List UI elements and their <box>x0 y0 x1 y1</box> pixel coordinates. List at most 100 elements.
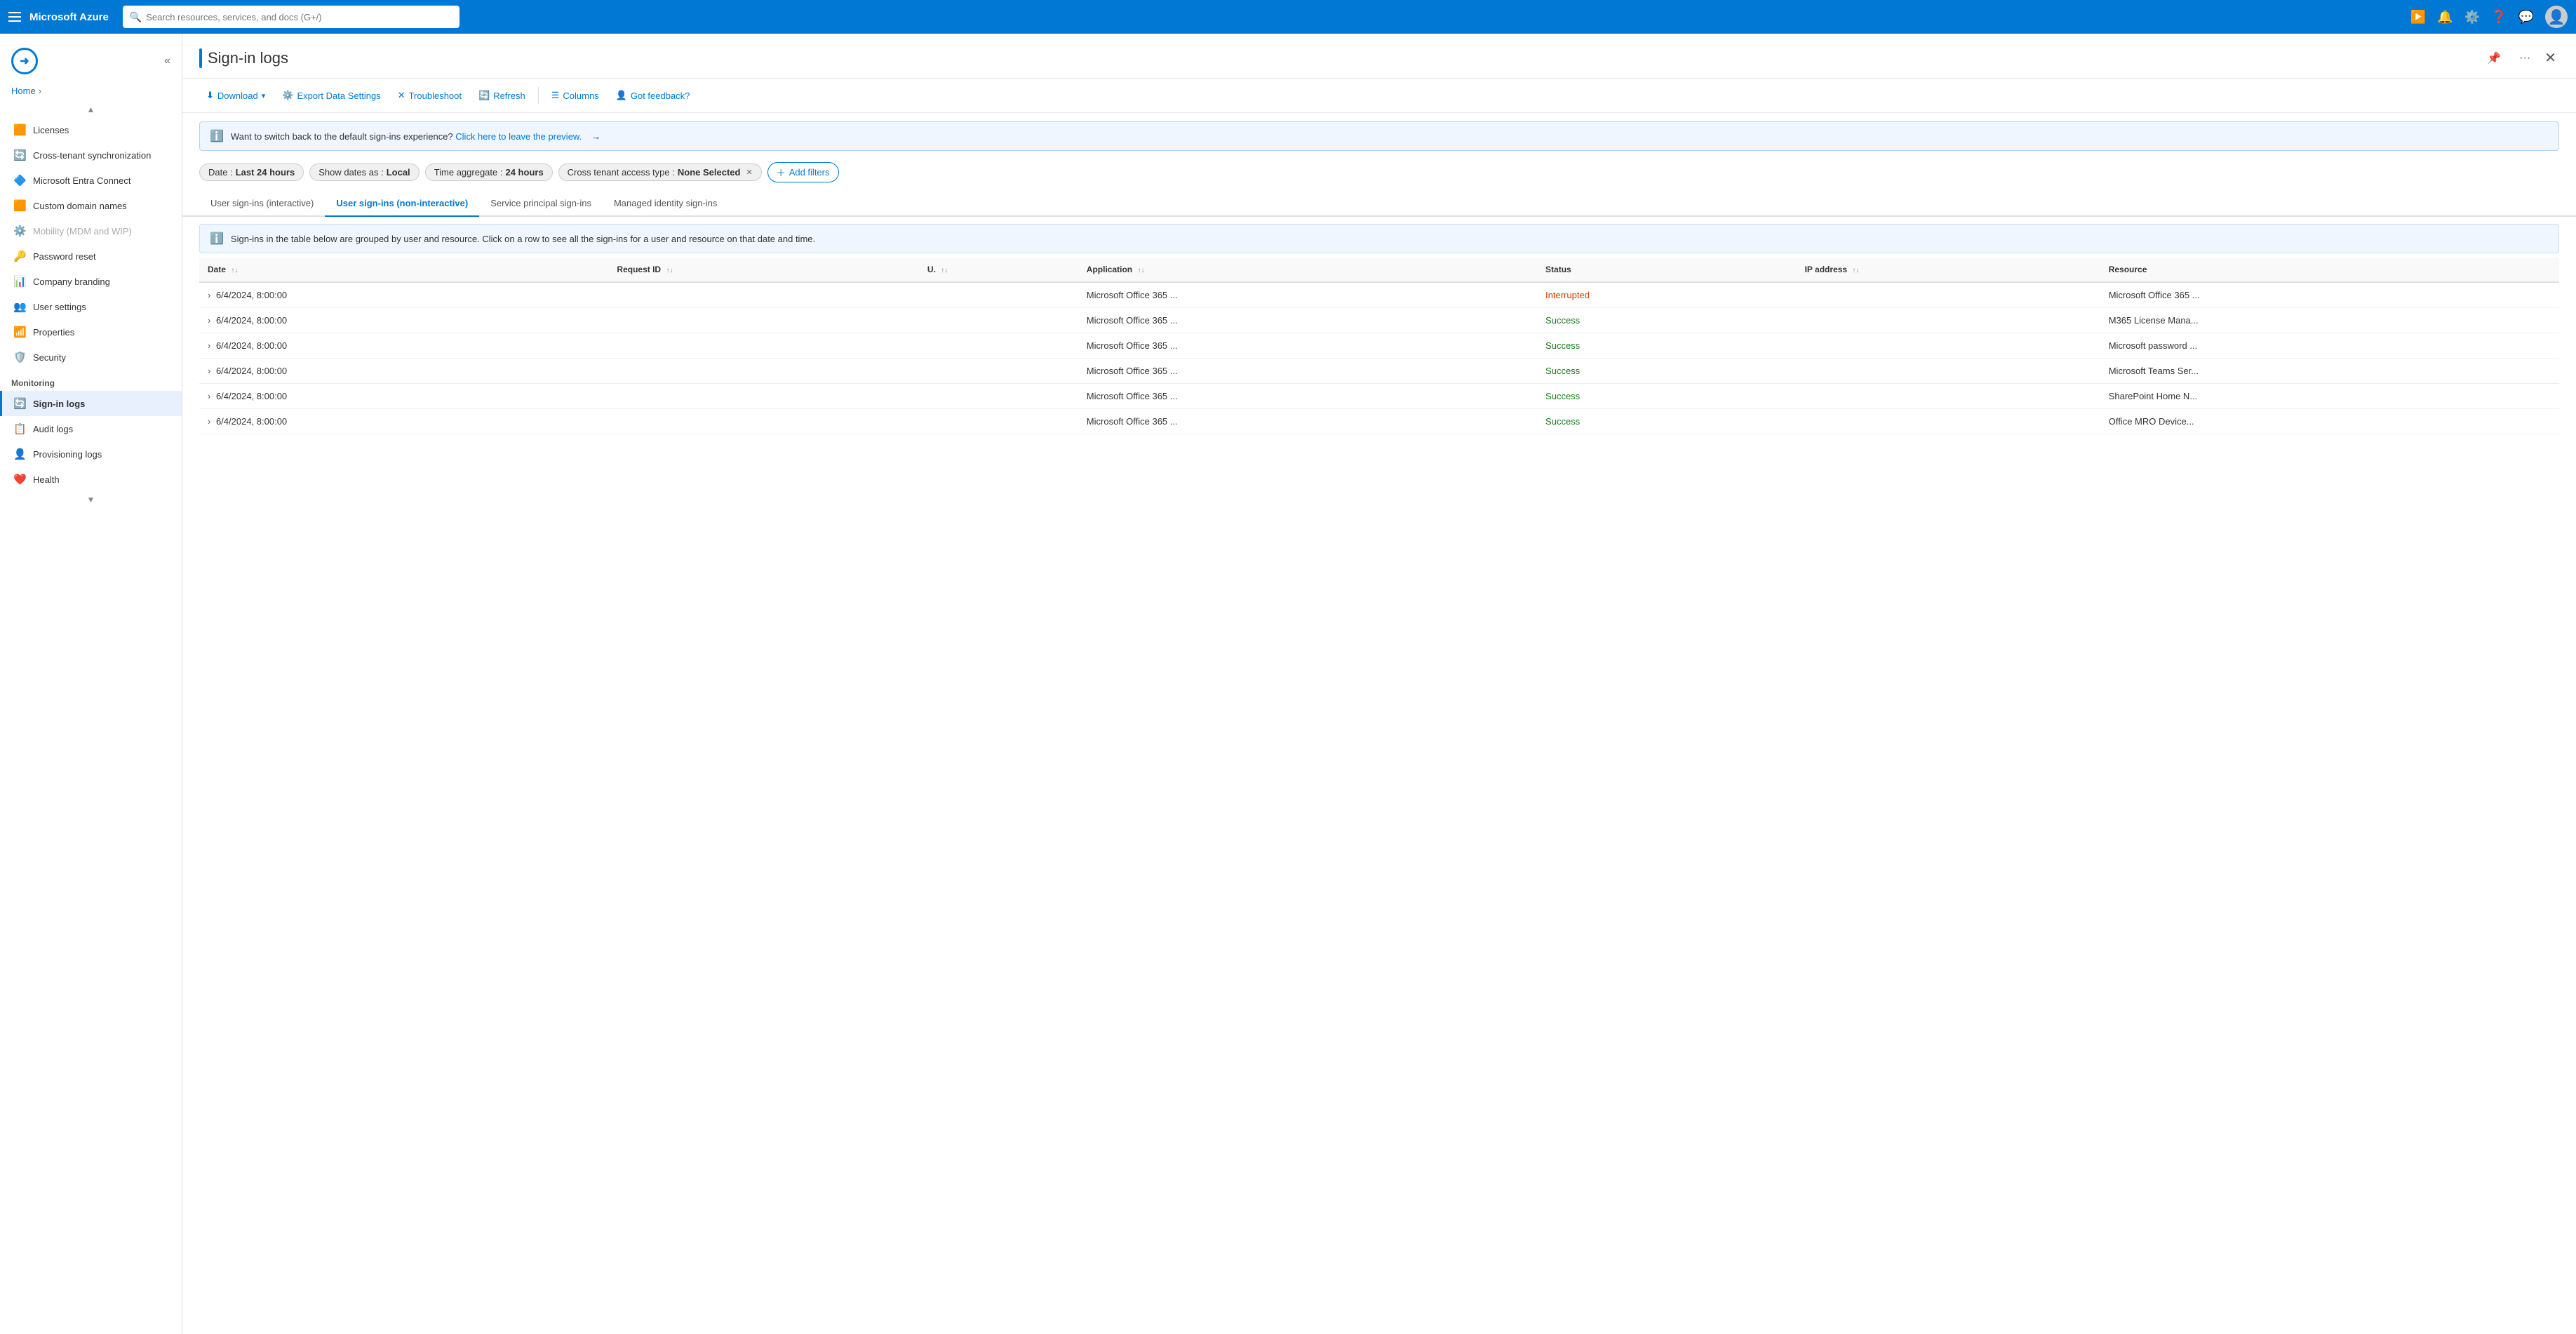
sign-in-logs-icon: 🔄 <box>13 397 26 410</box>
mobility-icon: ⚙️ <box>13 225 26 237</box>
sidebar-item-password-reset[interactable]: 🔑 Password reset <box>0 244 182 269</box>
ip-sort-icon[interactable]: ↑↓ <box>1852 267 1859 274</box>
sidebar-item-security[interactable]: 🛡️ Security <box>0 345 182 370</box>
sidebar-item-provisioning-logs[interactable]: 👤 Provisioning logs <box>0 441 182 467</box>
cell-ip-address <box>1797 359 2100 384</box>
sidebar-item-label: Mobility (MDM and WIP) <box>33 226 132 236</box>
time-aggregate-filter-chip[interactable]: Time aggregate : 24 hours <box>425 164 553 181</box>
row-expand-icon[interactable]: › <box>208 366 210 376</box>
cell-status: Success <box>1537 384 1797 409</box>
row-expand-icon[interactable]: › <box>208 391 210 401</box>
sign-in-table: Date ↑↓ Request ID ↑↓ U. ↑↓ <box>199 258 2559 434</box>
sidebar-scroll-area[interactable]: ▲ 🟧 Licenses 🔄 Cross-tenant synchronizat… <box>0 102 182 1334</box>
tab-label: Service principal sign-ins <box>490 198 591 208</box>
close-button[interactable]: ✕ <box>2542 46 2559 69</box>
panel-header-actions: 📌 ··· ✕ <box>2480 46 2559 69</box>
cell-application: Microsoft Office 365 ... <box>1078 333 1537 359</box>
sidebar-logo-area: ➜ « <box>0 34 182 83</box>
download-label: Download <box>217 91 258 101</box>
sidebar-collapse-button[interactable]: « <box>164 55 170 67</box>
licenses-icon: 🟧 <box>13 124 26 136</box>
sidebar-item-properties[interactable]: 📶 Properties <box>0 319 182 345</box>
tab-interactive[interactable]: User sign-ins (interactive) <box>199 191 325 217</box>
leave-preview-link[interactable]: Click here to leave the preview. <box>455 131 582 142</box>
notifications-icon[interactable]: 🔔 <box>2437 10 2453 25</box>
cross-tenant-filter-chip[interactable]: Cross tenant access type : None Selected… <box>558 164 762 181</box>
scroll-down-arrow[interactable]: ▼ <box>0 492 182 507</box>
sidebar-item-ms-entra-connect[interactable]: 🔷 Microsoft Entra Connect <box>0 168 182 193</box>
search-input[interactable] <box>146 12 452 22</box>
brand-title: Microsoft Azure <box>29 11 109 23</box>
sidebar-item-sign-in-logs[interactable]: 🔄 Sign-in logs <box>0 391 182 416</box>
help-icon[interactable]: ❓ <box>2491 10 2507 25</box>
add-filters-button[interactable]: ＋ Add filters <box>767 162 839 182</box>
table-row[interactable]: › 6/4/2024, 8:00:00 Microsoft Office 365… <box>199 409 2559 434</box>
cross-tenant-filter-value: None Selected <box>678 167 741 178</box>
refresh-button[interactable]: 🔄 Refresh <box>471 86 532 105</box>
col-date[interactable]: Date ↑↓ <box>199 258 608 282</box>
troubleshoot-button[interactable]: ✕ Troubleshoot <box>391 86 469 105</box>
request-id-sort-icon[interactable]: ↑↓ <box>666 267 673 274</box>
search-bar[interactable]: 🔍 <box>123 6 459 28</box>
tab-service-principal[interactable]: Service principal sign-ins <box>479 191 603 217</box>
table-row[interactable]: › 6/4/2024, 8:00:00 Microsoft Office 365… <box>199 308 2559 333</box>
show-dates-filter-chip[interactable]: Show dates as : Local <box>309 164 419 181</box>
sidebar-item-custom-domain[interactable]: 🟧 Custom domain names <box>0 193 182 218</box>
cell-application: Microsoft Office 365 ... <box>1078 282 1537 308</box>
cell-resource: SharePoint Home N... <box>2100 384 2559 409</box>
sidebar-item-label: Health <box>33 474 60 485</box>
application-sort-icon[interactable]: ↑↓ <box>1137 267 1144 274</box>
columns-label: Columns <box>563 91 598 101</box>
row-expand-icon[interactable]: › <box>208 416 210 427</box>
table-container[interactable]: Date ↑↓ Request ID ↑↓ U. ↑↓ <box>182 258 2576 1334</box>
columns-button[interactable]: ☰ Columns <box>544 86 606 105</box>
columns-icon: ☰ <box>551 90 560 101</box>
settings-icon[interactable]: ⚙️ <box>2464 10 2480 25</box>
info-banner-text: Want to switch back to the default sign-… <box>231 131 582 142</box>
table-row[interactable]: › 6/4/2024, 8:00:00 Microsoft Office 365… <box>199 282 2559 308</box>
avatar-icon: 👤 <box>2548 8 2565 26</box>
health-icon: ❤️ <box>13 473 26 486</box>
cell-request-id <box>608 359 919 384</box>
pin-button[interactable]: 📌 <box>2480 47 2508 69</box>
home-link[interactable]: Home <box>11 86 36 96</box>
more-options-button[interactable]: ··· <box>2512 48 2537 69</box>
tab-non-interactive[interactable]: User sign-ins (non-interactive) <box>325 191 479 217</box>
scroll-up-arrow[interactable]: ▲ <box>0 102 182 117</box>
date-sort-icon[interactable]: ↑↓ <box>231 267 238 274</box>
cross-tenant-close-icon[interactable]: ✕ <box>746 168 752 177</box>
preview-info-banner: ℹ️ Want to switch back to the default si… <box>199 121 2559 151</box>
date-filter-chip[interactable]: Date : Last 24 hours <box>199 164 304 181</box>
sidebar-item-licenses[interactable]: 🟧 Licenses <box>0 117 182 142</box>
cell-status: Success <box>1537 333 1797 359</box>
row-expand-icon[interactable]: › <box>208 340 210 351</box>
avatar[interactable]: 👤 <box>2545 6 2568 28</box>
hamburger-menu[interactable] <box>8 12 21 22</box>
feedback-icon[interactable]: 💬 <box>2518 10 2534 25</box>
table-row[interactable]: › 6/4/2024, 8:00:00 Microsoft Office 365… <box>199 333 2559 359</box>
feedback-button[interactable]: 👤 Got feedback? <box>609 86 697 105</box>
sidebar-item-company-branding[interactable]: 📊 Company branding <box>0 269 182 294</box>
col-request-id[interactable]: Request ID ↑↓ <box>608 258 919 282</box>
user-sort-icon[interactable]: ↑↓ <box>941 267 948 274</box>
download-button[interactable]: ⬇ Download ▾ <box>199 86 272 105</box>
cell-status: Success <box>1537 308 1797 333</box>
sidebar-item-user-settings[interactable]: 👥 User settings <box>0 294 182 319</box>
sidebar-item-cross-tenant-sync[interactable]: 🔄 Cross-tenant synchronization <box>0 142 182 168</box>
col-user[interactable]: U. ↑↓ <box>919 258 1078 282</box>
table-row[interactable]: › 6/4/2024, 8:00:00 Microsoft Office 365… <box>199 384 2559 409</box>
col-application[interactable]: Application ↑↓ <box>1078 258 1537 282</box>
app-layout: ➜ « Home › ▲ 🟧 Licenses 🔄 Cross-tenant s… <box>0 34 2576 1334</box>
cross-tenant-filter-label: Cross tenant access type : <box>568 167 675 178</box>
table-row[interactable]: › 6/4/2024, 8:00:00 Microsoft Office 365… <box>199 359 2559 384</box>
tab-managed-identity[interactable]: Managed identity sign-ins <box>603 191 728 217</box>
col-ip-address[interactable]: IP address ↑↓ <box>1797 258 2100 282</box>
sidebar-item-health[interactable]: ❤️ Health <box>0 467 182 492</box>
row-expand-icon[interactable]: › <box>208 315 210 326</box>
row-expand-icon[interactable]: › <box>208 290 210 300</box>
sidebar-item-label: Microsoft Entra Connect <box>33 175 130 186</box>
sidebar-item-mobility: ⚙️ Mobility (MDM and WIP) <box>0 218 182 244</box>
sidebar-item-audit-logs[interactable]: 📋 Audit logs <box>0 416 182 441</box>
export-settings-button[interactable]: ⚙️ Export Data Settings <box>275 86 387 105</box>
terminal-icon[interactable]: ▶️ <box>2410 10 2426 25</box>
